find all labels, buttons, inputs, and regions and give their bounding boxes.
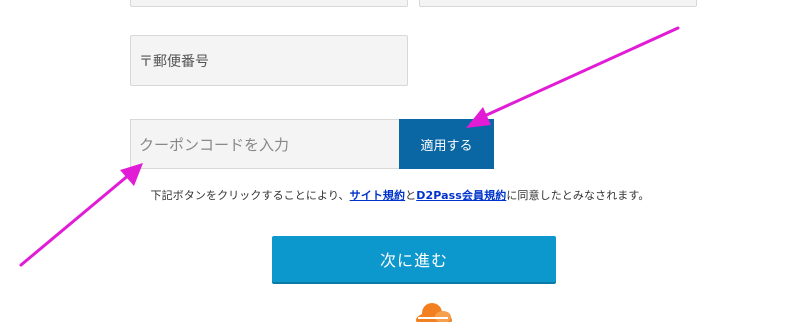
postal-code-input[interactable]: 〒郵便番号 <box>130 35 408 86</box>
apply-coupon-button[interactable]: 適用する <box>399 119 494 169</box>
text-field-top-right[interactable] <box>419 0 697 7</box>
site-terms-link[interactable]: サイト規約 <box>350 189 406 202</box>
next-button-label: 次に進む <box>379 251 448 270</box>
terms-agreement-text: 下記ボタンをクリックすることにより、サイト規約とD2Pass会員規約に同意したと… <box>0 187 800 203</box>
arrow-to-apply-button <box>466 26 680 128</box>
arrow-to-coupon-input <box>19 163 143 267</box>
coupon-code-placeholder: クーポンコードを入力 <box>139 135 290 154</box>
terms-suffix: に同意したとみなされます。 <box>506 189 650 202</box>
postal-code-placeholder: 〒郵便番号 <box>139 53 209 70</box>
next-button[interactable]: 次に進む <box>272 236 556 282</box>
d2pass-terms-link[interactable]: D2Pass会員規約 <box>416 189 506 202</box>
checkout-form: 〒郵便番号 クーポンコードを入力 適用する 下記ボタンをクリックすることにより、… <box>0 0 800 322</box>
text-field-top-left[interactable] <box>130 0 408 7</box>
coupon-code-input[interactable]: クーポンコードを入力 <box>130 119 400 169</box>
cloudflare-cloud-icon <box>410 298 456 322</box>
terms-prefix: 下記ボタンをクリックすることにより、 <box>150 189 350 202</box>
apply-coupon-label: 適用する <box>420 138 473 154</box>
terms-middle: と <box>405 189 417 202</box>
